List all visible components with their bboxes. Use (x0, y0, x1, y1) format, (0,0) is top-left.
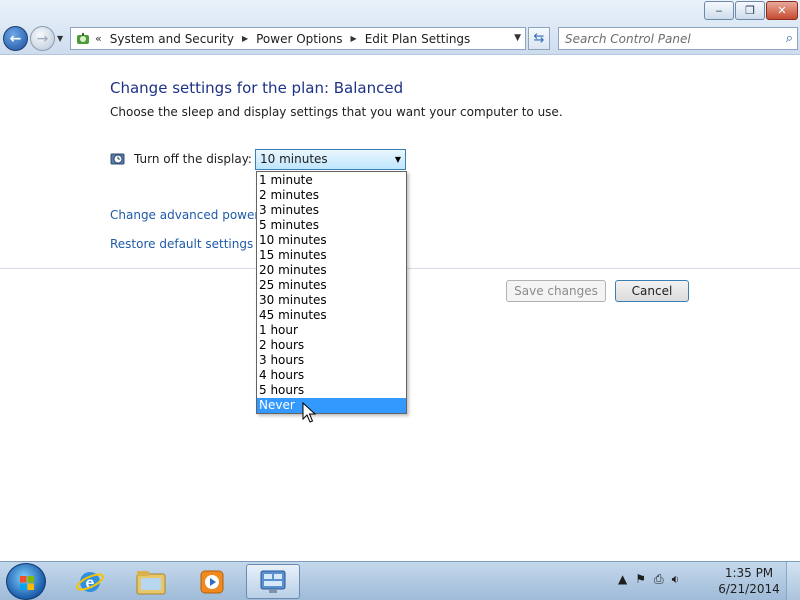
option-1-hour[interactable]: 1 hour (257, 323, 406, 338)
show-hidden-icons-icon[interactable]: ▲ (618, 572, 627, 587)
breadcrumb-separator-icon[interactable]: ▶ (351, 34, 357, 43)
navigation-bar: ← → ▼ « System and Security ▶ Power Opti… (0, 23, 800, 55)
breadcrumb-overflow[interactable]: « (95, 32, 102, 45)
display-setting-label: Turn off the display: (134, 152, 252, 166)
minimize-icon: ‒ (715, 4, 723, 17)
taskbar: e ▲ ⚑ ⎙ 🔉︎ 1:35 PM 6/21/2014 (0, 561, 800, 600)
forward-button[interactable]: → (30, 26, 55, 51)
back-arrow-icon: ← (9, 30, 22, 47)
control-panel-icon (260, 570, 286, 593)
action-center-flag-icon[interactable]: ⚑ (635, 572, 646, 587)
taskbar-media-player[interactable] (185, 564, 239, 599)
title-bar: ‒ ❐ ✕ (0, 0, 800, 23)
caption-buttons: ‒ ❐ ✕ (703, 1, 798, 20)
close-button[interactable]: ✕ (766, 1, 798, 20)
taskbar-internet-explorer[interactable]: e (63, 564, 117, 599)
windows-logo-icon (20, 576, 34, 590)
address-dropdown-icon[interactable]: ▼ (514, 33, 521, 43)
show-desktop-button[interactable] (786, 562, 800, 600)
restore-icon: ❐ (745, 4, 755, 17)
option-45-minutes[interactable]: 45 minutes (257, 308, 406, 323)
close-icon: ✕ (777, 4, 787, 17)
clock[interactable]: 1:35 PM 6/21/2014 (716, 565, 782, 597)
page-title: Change settings for the plan: Balanced (110, 79, 404, 97)
display-timer-icon (110, 153, 125, 165)
system-tray: ▲ ⚑ ⎙ 🔉︎ (618, 572, 679, 587)
breadcrumb-power-options[interactable]: Power Options (256, 32, 342, 46)
windows-explorer-icon (136, 570, 166, 594)
option-2-hours[interactable]: 2 hours (257, 338, 406, 353)
chevron-down-icon: ▼ (394, 155, 401, 164)
option-4-hours[interactable]: 4 hours (257, 368, 406, 383)
taskbar-windows-explorer[interactable] (124, 564, 178, 599)
option-20-minutes[interactable]: 20 minutes (257, 263, 406, 278)
breadcrumb-edit-plan-settings[interactable]: Edit Plan Settings (365, 32, 471, 46)
save-changes-button[interactable]: Save changes (506, 280, 606, 302)
option-1-minute[interactable]: 1 minute (257, 173, 406, 188)
search-input[interactable] (559, 28, 769, 49)
clock-date: 6/21/2014 (718, 582, 780, 596)
page-subtitle: Choose the sleep and display settings th… (110, 105, 563, 119)
option-15-minutes[interactable]: 15 minutes (257, 248, 406, 263)
option-2-minutes[interactable]: 2 minutes (257, 188, 406, 203)
cancel-button[interactable]: Cancel (615, 280, 689, 302)
address-bar[interactable]: « System and Security ▶ Power Options ▶ … (70, 27, 526, 50)
chevron-down-icon: ▼ (57, 34, 64, 43)
network-icon[interactable]: ⎙ (654, 572, 664, 587)
minimize-button[interactable]: ‒ (704, 1, 734, 20)
search-box[interactable]: ⌕ (558, 27, 798, 50)
display-timeout-options[interactable]: 1 minute 2 minutes 3 minutes 5 minutes 1… (256, 171, 407, 414)
breadcrumb-system-and-security[interactable]: System and Security (110, 32, 234, 46)
display-timeout-select[interactable]: 10 minutes ▼ (255, 149, 406, 170)
refresh-icon: ⇆ (533, 31, 545, 46)
start-button[interactable] (6, 563, 46, 600)
media-player-icon (200, 570, 224, 593)
change-advanced-settings-link[interactable]: Change advanced power se (110, 208, 277, 222)
clock-time: 1:35 PM (724, 566, 774, 580)
back-button[interactable]: ← (3, 26, 28, 51)
recent-pages-button[interactable]: ▼ (57, 34, 63, 43)
option-3-hours[interactable]: 3 hours (257, 353, 406, 368)
breadcrumb-separator-icon[interactable]: ▶ (242, 34, 248, 43)
display-timeout-value: 10 minutes (260, 152, 328, 166)
option-never[interactable]: Never (257, 398, 406, 413)
option-30-minutes[interactable]: 30 minutes (257, 293, 406, 308)
internet-explorer-icon: e (76, 571, 104, 592)
option-10-minutes[interactable]: 10 minutes (257, 233, 406, 248)
volume-icon[interactable]: 🔉︎ (672, 572, 680, 587)
restore-button[interactable]: ❐ (735, 1, 765, 20)
taskbar-control-panel[interactable] (246, 564, 300, 599)
option-25-minutes[interactable]: 25 minutes (257, 278, 406, 293)
forward-arrow-icon: → (36, 30, 49, 47)
option-5-minutes[interactable]: 5 minutes (257, 218, 406, 233)
mouse-cursor-icon (302, 402, 317, 423)
option-3-minutes[interactable]: 3 minutes (257, 203, 406, 218)
option-5-hours[interactable]: 5 hours (257, 383, 406, 398)
control-panel-icon (77, 32, 89, 44)
search-icon[interactable]: ⌕ (786, 31, 793, 46)
refresh-button[interactable]: ⇆ (528, 27, 550, 50)
